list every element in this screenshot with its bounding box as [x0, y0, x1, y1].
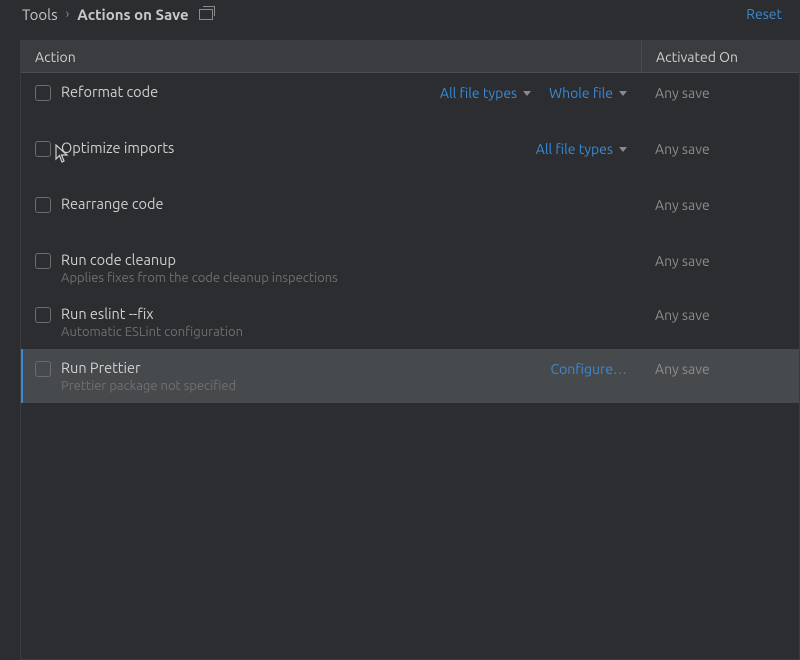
action-label: Run eslint --fix: [61, 305, 243, 322]
table-header: Action Activated On: [21, 41, 799, 73]
action-checkbox[interactable]: [35, 197, 51, 213]
chevron-down-icon: [619, 147, 627, 152]
configure-link[interactable]: Configure…: [551, 361, 628, 377]
action-sublabel: Automatic ESLint configuration: [61, 325, 243, 339]
breadcrumb-current: Actions on Save: [77, 6, 188, 23]
action-label: Run Prettier: [61, 359, 236, 376]
table-row[interactable]: Run code cleanup Applies fixes from the c…: [21, 241, 799, 295]
row-main: Optimize imports All file types: [35, 139, 641, 157]
row-options: All file types Whole file: [440, 83, 641, 101]
label-block: Run eslint --fix Automatic ESLint configu…: [61, 305, 243, 339]
table-row[interactable]: Rearrange code Any save: [21, 185, 799, 241]
table-row[interactable]: Run Prettier Prettier package not specifi…: [21, 349, 799, 403]
chevron-right-icon: ›: [66, 7, 70, 21]
settings-panel: Action Activated On Reformat code All fil…: [20, 40, 800, 660]
breadcrumb-parent[interactable]: Tools: [22, 6, 58, 23]
row-main: Reformat code All file types Whole file: [35, 83, 641, 101]
row-main: Rearrange code: [35, 195, 641, 213]
action-checkbox[interactable]: [35, 85, 51, 101]
action-sublabel: Applies fixes from the code cleanup insp…: [61, 271, 338, 285]
label-block: Optimize imports: [61, 139, 174, 156]
activated-on-cell[interactable]: Any save: [641, 195, 799, 213]
col-header-activated[interactable]: Activated On: [641, 41, 799, 72]
row-options: [627, 195, 641, 197]
action-checkbox[interactable]: [35, 307, 51, 323]
row-main: Run eslint --fix Automatic ESLint configu…: [35, 305, 641, 339]
file-types-dropdown[interactable]: All file types: [440, 85, 531, 101]
action-label: Run code cleanup: [61, 251, 338, 268]
restore-window-icon[interactable]: [199, 9, 213, 20]
row-options: All file types: [536, 139, 641, 157]
label-block: Reformat code: [61, 83, 158, 100]
table-row[interactable]: Reformat code All file types Whole file Any…: [21, 73, 799, 129]
col-header-action[interactable]: Action: [21, 49, 641, 65]
activated-on-cell[interactable]: Any save: [641, 83, 799, 101]
row-main: Run Prettier Prettier package not specifi…: [35, 359, 641, 393]
scope-dropdown[interactable]: Whole file: [549, 85, 627, 101]
action-checkbox[interactable]: [35, 141, 51, 157]
chevron-down-icon: [523, 91, 531, 96]
chevron-down-icon: [619, 91, 627, 96]
table-row[interactable]: Optimize imports All file types Any save: [21, 129, 799, 185]
dropdown-label: All file types: [536, 141, 613, 157]
row-options: [627, 251, 641, 253]
row-main: Run code cleanup Applies fixes from the c…: [35, 251, 641, 285]
activated-on-cell[interactable]: Any save: [641, 251, 799, 269]
row-options: [627, 305, 641, 307]
table-row[interactable]: Run eslint --fix Automatic ESLint configu…: [21, 295, 799, 349]
table-body: Reformat code All file types Whole file Any…: [21, 73, 799, 403]
label-block: Rearrange code: [61, 195, 164, 212]
action-sublabel: Prettier package not specified: [61, 379, 236, 393]
dropdown-label: All file types: [440, 85, 517, 101]
activated-on-cell[interactable]: Any save: [641, 359, 799, 377]
action-label: Reformat code: [61, 83, 158, 100]
reset-button[interactable]: Reset: [746, 6, 790, 22]
dropdown-label: Whole file: [549, 85, 613, 101]
activated-on-cell[interactable]: Any save: [641, 305, 799, 323]
action-label: Rearrange code: [61, 195, 164, 212]
label-block: Run code cleanup Applies fixes from the c…: [61, 251, 338, 285]
file-types-dropdown[interactable]: All file types: [536, 141, 627, 157]
breadcrumb: Tools › Actions on Save: [22, 6, 213, 23]
activated-on-cell[interactable]: Any save: [641, 139, 799, 157]
label-block: Run Prettier Prettier package not specifi…: [61, 359, 236, 393]
row-options: Configure…: [551, 359, 642, 377]
action-label: Optimize imports: [61, 139, 174, 156]
action-checkbox[interactable]: [35, 253, 51, 269]
topbar: Tools › Actions on Save Reset: [0, 0, 800, 36]
action-checkbox[interactable]: [35, 361, 51, 377]
